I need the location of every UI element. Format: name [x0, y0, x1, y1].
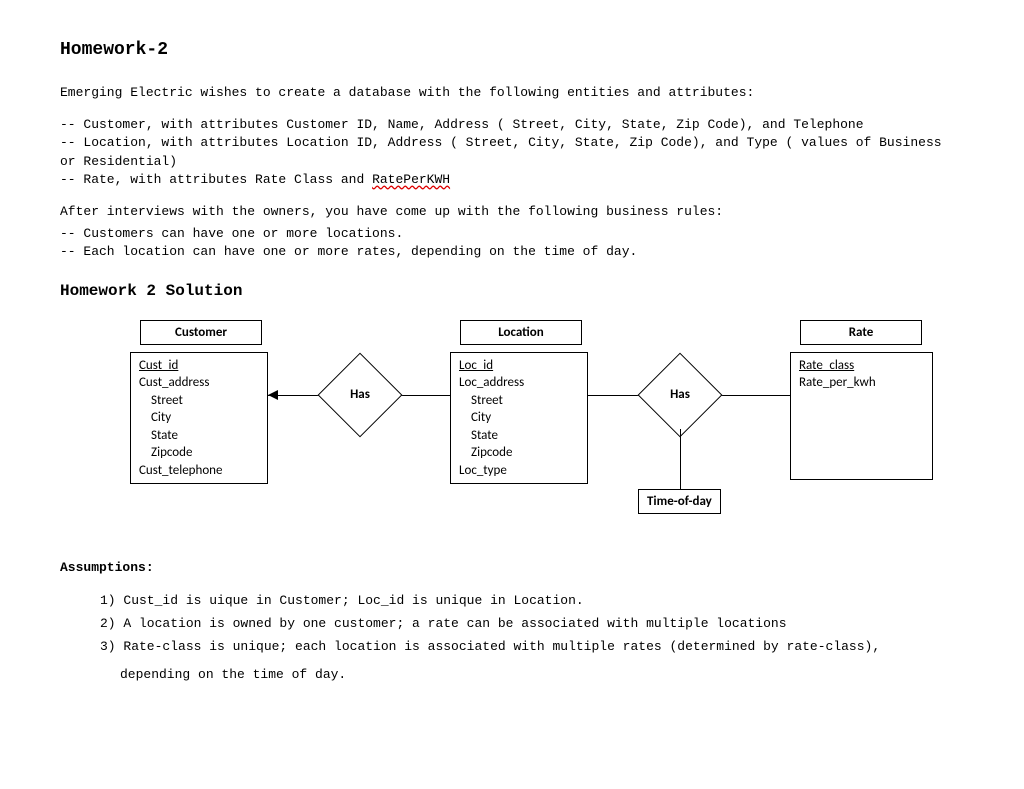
relationship-has-2-label: Has — [650, 365, 710, 425]
attr-cust-address: Cust_address — [139, 374, 259, 392]
assumption-3: 3) Rate-class is unique; each location i… — [100, 635, 964, 658]
relationship-has-1: Has — [330, 365, 390, 425]
arrowhead-icon — [268, 390, 278, 400]
bullet-rate: -- Rate, with attributes Rate Class and … — [60, 171, 964, 189]
attr-loc-address: Loc_address — [459, 374, 579, 392]
er-diagram: Customer Cust_id Cust_address Street Cit… — [80, 320, 964, 550]
attr-loc-street: Street — [459, 392, 579, 410]
rule-1: -- Customers can have one or more locati… — [60, 225, 964, 243]
spellcheck-squiggle: RatePerKWH — [372, 172, 450, 187]
entity-rate-body: Rate_class Rate_per_kwh — [790, 352, 933, 480]
page-title: Homework-2 — [60, 40, 964, 60]
assumption-1: 1) Cust_id is uique in Customer; Loc_id … — [100, 589, 964, 612]
assumptions-list: 1) Cust_id is uique in Customer; Loc_id … — [60, 589, 964, 687]
relationship-has-2: Has — [650, 365, 710, 425]
attr-cust-telephone: Cust_telephone — [139, 462, 259, 480]
intro-paragraph: Emerging Electric wishes to create a dat… — [60, 84, 964, 102]
attr-loc-state: State — [459, 427, 579, 445]
bullet-location: -- Location, with attributes Location ID… — [60, 134, 964, 170]
entity-customer-title: Customer — [140, 320, 262, 345]
assumption-2: 2) A location is owned by one customer; … — [100, 612, 964, 635]
entity-rate-title: Rate — [800, 320, 922, 345]
attr-rate-per-kwh: Rate_per_kwh — [799, 374, 924, 392]
rules-intro: After interviews with the owners, you ha… — [60, 203, 964, 221]
attr-loc-city: City — [459, 409, 579, 427]
entity-location-body: Loc_id Loc_address Street City State Zip… — [450, 352, 588, 485]
connector-line — [680, 429, 681, 489]
attr-loc-id: Loc_id — [459, 357, 579, 375]
solution-title: Homework 2 Solution — [60, 282, 964, 300]
attr-rate-class: Rate_class — [799, 357, 924, 375]
entity-bullets: -- Customer, with attributes Customer ID… — [60, 116, 964, 189]
attr-state: State — [139, 427, 259, 445]
rules-list: -- Customers can have one or more locati… — [60, 225, 964, 261]
entity-location-title: Location — [460, 320, 582, 345]
attr-street: Street — [139, 392, 259, 410]
attr-cust-id: Cust_id — [139, 357, 259, 375]
assumptions-title: Assumptions: — [60, 560, 964, 575]
rule-2: -- Each location can have one or more ra… — [60, 243, 964, 261]
attribute-time-of-day: Time-of-day — [638, 489, 721, 514]
attr-city: City — [139, 409, 259, 427]
attr-zipcode: Zipcode — [139, 444, 259, 462]
relationship-has-1-label: Has — [330, 365, 390, 425]
attr-loc-zipcode: Zipcode — [459, 444, 579, 462]
assumption-3-cont: depending on the time of day. — [100, 663, 964, 686]
attr-loc-type: Loc_type — [459, 462, 579, 480]
entity-customer-body: Cust_id Cust_address Street City State Z… — [130, 352, 268, 485]
bullet-customer: -- Customer, with attributes Customer ID… — [60, 116, 964, 134]
